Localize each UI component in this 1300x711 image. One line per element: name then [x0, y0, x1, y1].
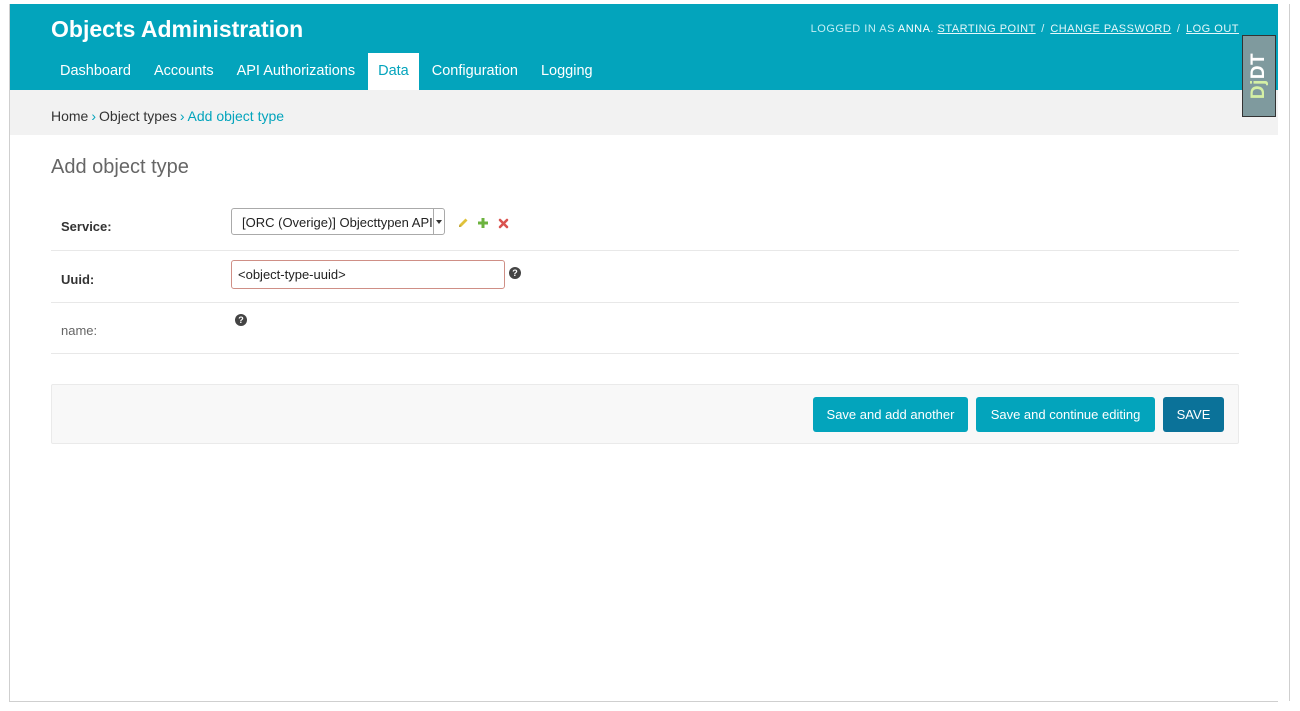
pencil-icon[interactable]	[457, 216, 469, 234]
username-period: .	[930, 23, 934, 35]
name-label: name:	[61, 323, 98, 338]
service-row: Service: [ORC (Overige)] Objecttypen API	[51, 204, 1239, 251]
usertools-separator: /	[1176, 23, 1181, 35]
starting-point-link[interactable]: STARTING POINT	[938, 23, 1036, 35]
logged-in-prefix: LOGGED IN AS	[810, 23, 895, 35]
chevron-down-icon	[436, 220, 442, 224]
breadcrumb-home[interactable]: Home	[51, 108, 88, 124]
submit-row: Save and add another Save and continue e…	[51, 384, 1239, 444]
breadcrumb-separator: ›	[179, 108, 185, 124]
debug-toolbar-prefix: Dj	[1248, 79, 1269, 100]
usertools-separator: /	[1041, 23, 1045, 35]
tab-accounts[interactable]: Accounts	[144, 53, 224, 90]
delete-icon[interactable]	[498, 216, 509, 234]
page-title: Add object type	[51, 156, 189, 178]
tab-dashboard[interactable]: Dashboard	[50, 53, 141, 90]
tab-configuration[interactable]: Configuration	[422, 53, 528, 90]
tab-data[interactable]: Data	[368, 53, 419, 90]
main-nav: Dashboard Accounts API Authorizations Da…	[50, 53, 606, 90]
breadcrumb-current: Add object type	[187, 108, 285, 124]
window-right-border	[1289, 4, 1290, 701]
admin-window: Objects Administration LOGGED IN AS ANNA…	[9, 4, 1278, 702]
header: Objects Administration LOGGED IN AS ANNA…	[10, 4, 1278, 90]
breadcrumb: Home › Object types › Add object type	[51, 108, 284, 124]
tab-logging[interactable]: Logging	[531, 53, 603, 90]
service-label: Service:	[61, 219, 112, 234]
select-arrow-box	[433, 209, 444, 234]
save-and-continue-button[interactable]: Save and continue editing	[976, 397, 1155, 432]
name-row: name: ?	[51, 303, 1239, 354]
breadcrumb-object-types[interactable]: Object types	[99, 108, 177, 124]
site-title[interactable]: Objects Administration	[51, 16, 303, 43]
plus-icon[interactable]	[477, 216, 489, 234]
help-icon[interactable]: ?	[235, 314, 247, 326]
breadcrumb-separator: ›	[91, 108, 97, 124]
username: ANNA	[897, 23, 931, 35]
service-selected-value: [ORC (Overige)] Objecttypen API	[242, 215, 433, 230]
tab-api-authorizations[interactable]: API Authorizations	[227, 53, 366, 90]
help-icon[interactable]: ?	[509, 267, 521, 279]
save-button[interactable]: SAVE	[1163, 397, 1224, 432]
debug-toolbar-label: DjDT	[1248, 53, 1270, 99]
uuid-label: Uuid:	[61, 272, 95, 287]
user-tools: LOGGED IN AS ANNA. STARTING POINT / CHAN…	[811, 23, 1239, 35]
service-select[interactable]: [ORC (Overige)] Objecttypen API	[231, 208, 445, 235]
uuid-input[interactable]	[231, 260, 505, 289]
save-and-add-another-button[interactable]: Save and add another	[813, 397, 968, 432]
log-out-link[interactable]: LOG OUT	[1186, 23, 1239, 35]
debug-toolbar-handle[interactable]: DjDT	[1242, 35, 1276, 117]
debug-toolbar-suffix: DT	[1248, 52, 1269, 80]
change-password-link[interactable]: CHANGE PASSWORD	[1050, 23, 1171, 35]
uuid-row: Uuid: ?	[51, 251, 1239, 303]
